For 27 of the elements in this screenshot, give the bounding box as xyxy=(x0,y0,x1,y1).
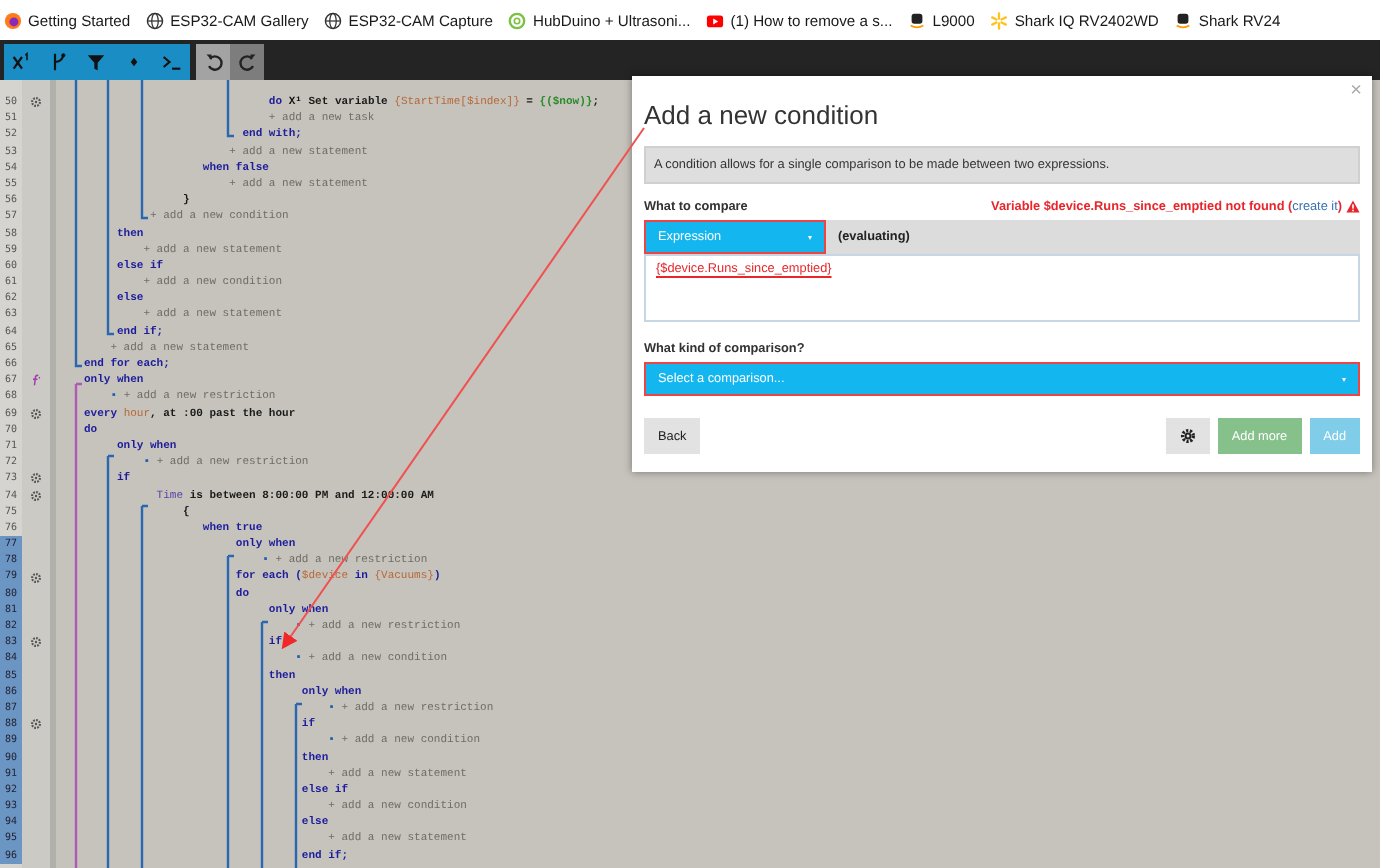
video-play-icon xyxy=(706,11,725,29)
gear-icon[interactable] xyxy=(30,636,42,649)
gear-icon[interactable] xyxy=(30,571,42,584)
settings-button[interactable] xyxy=(1165,418,1210,454)
caret-icon xyxy=(808,235,812,239)
terminal-icon xyxy=(161,52,182,72)
smile-arrow-logo-icon xyxy=(908,11,927,29)
globe-icon xyxy=(324,11,343,29)
globe-icon xyxy=(146,11,165,29)
dialog-title: Add a new condition xyxy=(644,100,881,132)
gear-icon[interactable] xyxy=(30,718,42,731)
redo-icon xyxy=(237,52,257,72)
x-superscript-icon xyxy=(12,52,33,72)
ring-logo-icon xyxy=(508,11,527,29)
branch-icon xyxy=(49,52,70,72)
undo-icon xyxy=(203,52,223,72)
spark-logo-icon xyxy=(990,11,1009,29)
browser-logo-icon xyxy=(4,11,22,29)
gear-icon[interactable] xyxy=(30,96,42,109)
function-icon[interactable] xyxy=(30,374,42,387)
filter-icon xyxy=(86,52,107,72)
smile-arrow-logo-icon xyxy=(1174,11,1193,29)
caret-icon xyxy=(1342,377,1346,381)
settings-icon xyxy=(1179,428,1196,444)
gear-icon[interactable] xyxy=(30,407,42,420)
warning-icon xyxy=(1346,200,1360,214)
undo-button[interactable] xyxy=(196,44,230,80)
